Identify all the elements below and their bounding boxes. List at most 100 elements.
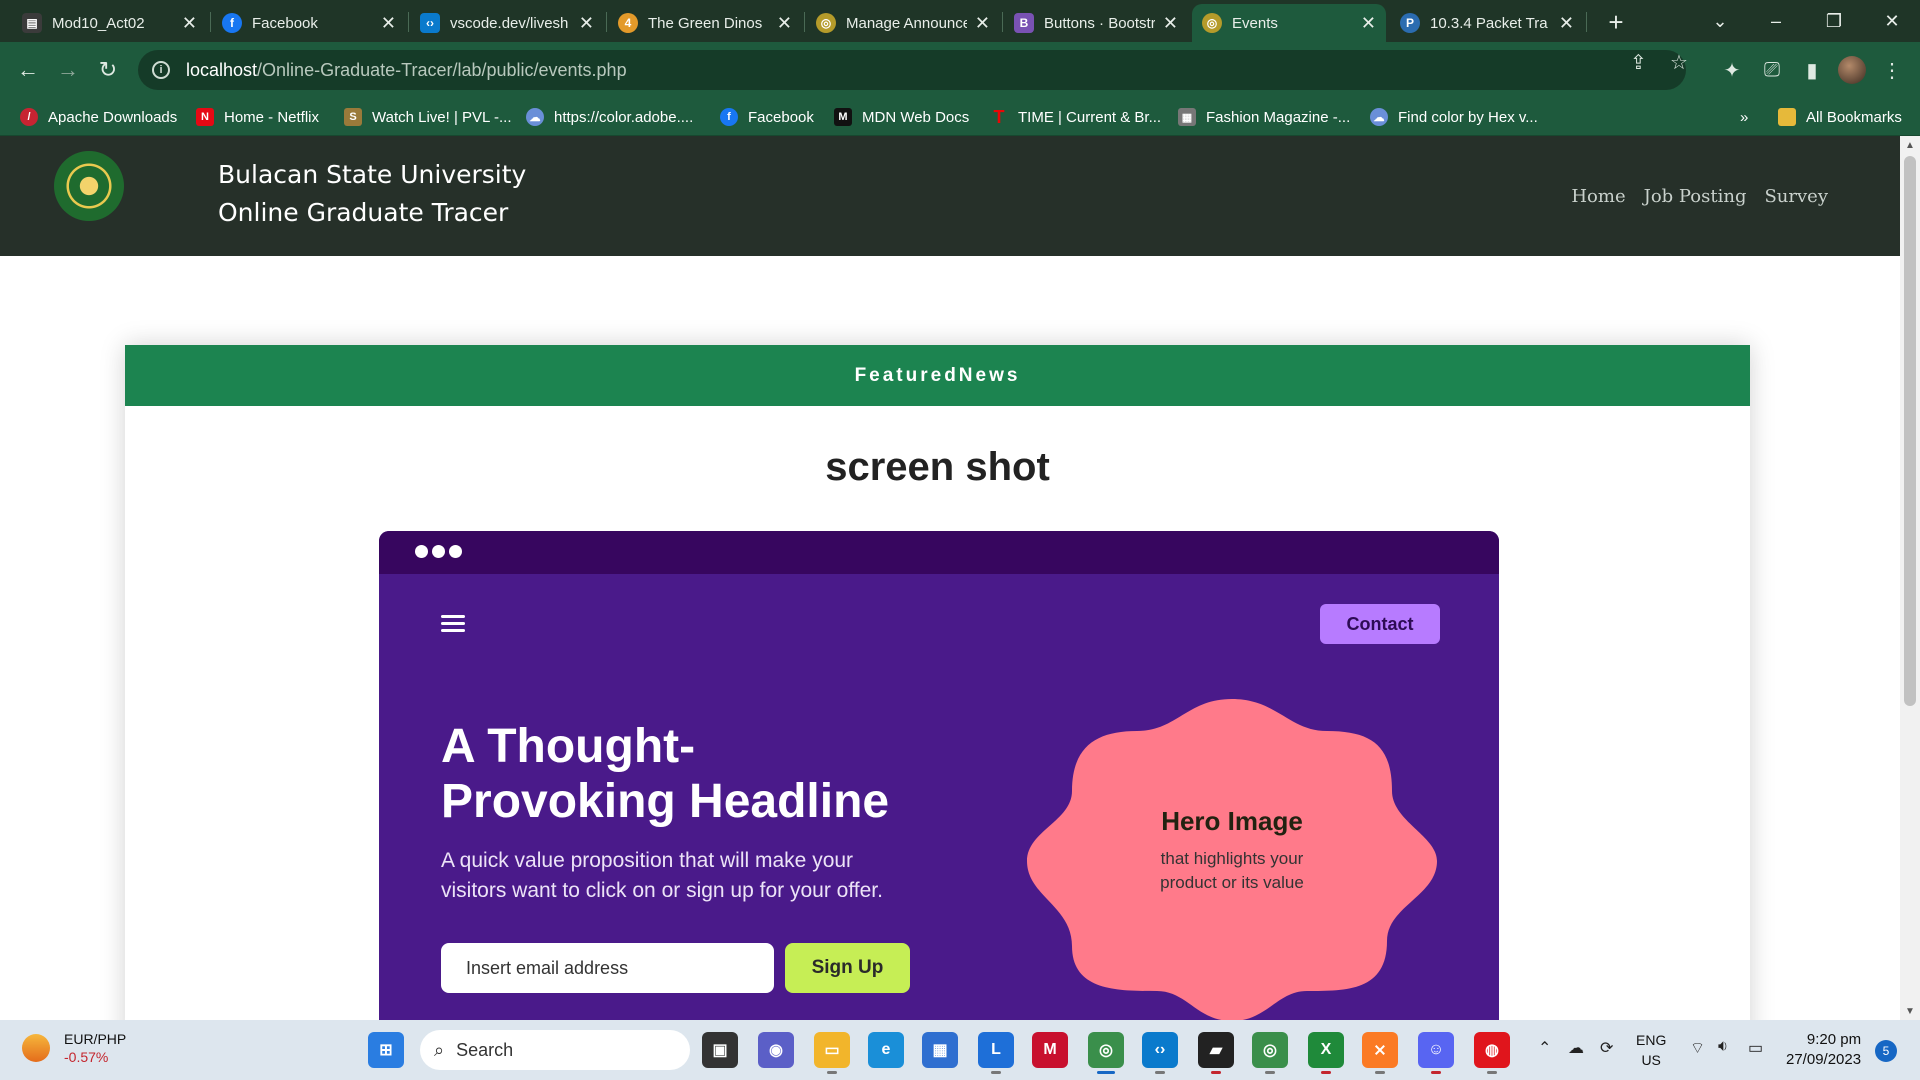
mock-headline: A Thought- Provoking Headline	[441, 719, 1001, 829]
mock-signup-button: Sign Up	[785, 943, 910, 993]
tab-packet-tracer[interactable]: P 10.3.4 Packet Tra ✕	[1390, 4, 1584, 42]
browser-toolbar: ← → ↻ i localhost/Online-Graduate-Tracer…	[0, 42, 1920, 98]
bookmark-mdn[interactable]: M MDN Web Docs	[834, 106, 969, 128]
adobe-color-icon: ☁	[526, 108, 544, 126]
discord-icon[interactable]: ☺	[1418, 1032, 1454, 1074]
reload-button[interactable]: ↻	[90, 52, 126, 88]
microsoft-store-icon[interactable]: ▦	[922, 1032, 958, 1068]
forward-button[interactable]: →	[50, 52, 86, 88]
bookmark-netflix[interactable]: N Home - Netflix	[196, 106, 319, 128]
mock-contact-button: Contact	[1320, 604, 1440, 644]
chrome-profile-icon[interactable]: ◎	[1252, 1032, 1288, 1074]
bookmark-star-icon[interactable]: ☆	[1670, 50, 1688, 75]
close-icon[interactable]: ✕	[975, 13, 990, 34]
edge-icon[interactable]: e	[868, 1032, 904, 1068]
sync-icon[interactable]: ⟳	[1600, 1038, 1613, 1058]
extensions-icon[interactable]: ✦	[1716, 54, 1748, 86]
tab-bootstrap-buttons[interactable]: B Buttons · Bootstra ✕	[1004, 4, 1188, 42]
scroll-up-arrow-icon[interactable]: ▲	[1900, 136, 1920, 154]
notification-badge[interactable]: 5	[1875, 1040, 1897, 1062]
windows-start-icon[interactable]: ⊞	[368, 1032, 404, 1068]
browser-menu-icon[interactable]: ⋮	[1876, 54, 1908, 86]
wifi-icon[interactable]: ⌔	[1690, 1038, 1705, 1058]
side-panel-icon[interactable]: ▮	[1796, 54, 1828, 86]
taskbar-search[interactable]: ⌕ Search	[420, 1030, 690, 1070]
onedrive-cloud-icon[interactable]: ☁	[1568, 1038, 1584, 1058]
bookmark-fashion[interactable]: ▦ Fashion Magazine -...	[1178, 106, 1350, 128]
search-label: Search	[456, 1039, 514, 1060]
task-view-icon[interactable]: ▣	[702, 1032, 738, 1068]
scroll-down-arrow-icon[interactable]: ▼	[1900, 1002, 1920, 1020]
time-icon: T	[993, 106, 1005, 127]
document-icon: ▤	[22, 13, 42, 33]
hero-sub-line: that highlights your	[1160, 849, 1304, 868]
search-icon: ⌕	[434, 1039, 445, 1060]
bookmark-time[interactable]: T TIME | Current & Br...	[990, 106, 1162, 128]
bookmark-facebook[interactable]: f Facebook	[720, 106, 814, 128]
xampp-icon[interactable]: ⨯	[1362, 1032, 1398, 1074]
region-code: US	[1641, 1052, 1661, 1068]
scroll-thumb[interactable]	[1904, 156, 1916, 706]
tab-green-dinos[interactable]: 4 The Green Dinos ✕	[608, 4, 802, 42]
nav-job-posting[interactable]: Job Posting	[1644, 186, 1747, 207]
nav-home[interactable]: Home	[1571, 186, 1625, 207]
close-icon[interactable]: ✕	[579, 13, 594, 34]
xbox-icon[interactable]: X	[1308, 1032, 1344, 1074]
university-seal-logo[interactable]	[54, 151, 124, 221]
bookmark-label: https://color.adobe....	[554, 108, 694, 126]
vpn-icon[interactable]: ◍	[1474, 1032, 1510, 1074]
site-info-icon[interactable]: i	[152, 61, 170, 79]
app-l-icon[interactable]: L	[978, 1032, 1014, 1074]
close-window-button[interactable]: ✕	[1864, 0, 1920, 42]
address-bar[interactable]: i localhost/Online-Graduate-Tracer/lab/p…	[138, 50, 1686, 90]
page-scrollbar[interactable]: ▲ ▼	[1900, 136, 1920, 1020]
tab-facebook[interactable]: f Facebook ✕	[212, 4, 406, 42]
tab-mod10-act02[interactable]: ▤ Mod10_Act02 ✕	[12, 4, 207, 42]
subtext-line: A quick value proposition that will make…	[441, 849, 854, 872]
bookmark-pvl[interactable]: S Watch Live! | PVL -...	[344, 106, 512, 128]
bookmark-color-hex[interactable]: ☁ Find color by Hex v...	[1370, 106, 1538, 128]
teams-chat-icon[interactable]: ◉	[758, 1032, 794, 1068]
tab-title: vscode.dev/livesh	[450, 14, 569, 32]
share-icon[interactable]: ⇪	[1630, 50, 1647, 75]
restore-button[interactable]: ❐	[1806, 0, 1862, 42]
all-bookmarks-button[interactable]: All Bookmarks	[1778, 106, 1902, 128]
close-icon[interactable]: ✕	[381, 13, 396, 34]
system-clock[interactable]: 9:20 pm 27/09/2023	[1786, 1030, 1861, 1070]
tab-events[interactable]: ◎ Events ✕	[1192, 4, 1386, 42]
volume-icon[interactable]: 🔉︎	[1718, 1038, 1728, 1056]
minimize-button[interactable]: –	[1748, 0, 1804, 42]
site-brand[interactable]: Bulacan State University Online Graduate…	[218, 156, 526, 232]
bookmark-apache[interactable]: / Apache Downloads	[20, 106, 177, 128]
close-icon[interactable]: ✕	[182, 13, 197, 34]
chrome-icon[interactable]: ◎	[1088, 1032, 1124, 1074]
profile-avatar[interactable]	[1836, 54, 1868, 86]
browser-tab-strip: ▤ Mod10_Act02 ✕ f Facebook ✕ ‹› vscode.d…	[0, 0, 1920, 42]
close-icon[interactable]: ✕	[777, 13, 792, 34]
bookmark-adobe-color[interactable]: ☁ https://color.adobe....	[526, 106, 693, 128]
market-widget[interactable]: EUR/PHP -0.57%	[22, 1030, 126, 1066]
tab-search-chevron-icon[interactable]: ⌄	[1692, 0, 1748, 42]
hero-sub-line: product or its value	[1160, 873, 1304, 892]
close-icon[interactable]: ✕	[1163, 13, 1178, 34]
battery-icon[interactable]: ▭	[1748, 1038, 1763, 1058]
bookmark-label: TIME | Current & Br...	[1018, 108, 1162, 126]
nav-survey[interactable]: Survey	[1764, 186, 1828, 207]
mcafee-icon[interactable]: M	[1032, 1032, 1068, 1068]
back-button[interactable]: ←	[10, 52, 46, 88]
close-icon[interactable]: ✕	[1559, 13, 1574, 34]
bookmark-label: Apache Downloads	[48, 108, 178, 126]
events-icon: ◎	[1202, 13, 1222, 33]
tab-manage-announcements[interactable]: ◎ Manage Announce ✕	[806, 4, 1000, 42]
file-explorer-icon[interactable]: ▭	[814, 1032, 850, 1074]
input-language[interactable]: ENG US	[1636, 1030, 1666, 1070]
new-tab-button[interactable]: +	[1600, 6, 1632, 38]
tab-vscode[interactable]: ‹› vscode.dev/livesh ✕	[410, 4, 604, 42]
cast-icon[interactable]: ⎚	[1756, 54, 1788, 86]
tab-title: Mod10_Act02	[52, 14, 145, 32]
more-bookmarks-button[interactable]: »	[1740, 106, 1748, 128]
sticky-notes-icon[interactable]: ▰	[1198, 1032, 1234, 1074]
show-hidden-icons-chevron-icon[interactable]: ⌃	[1538, 1038, 1551, 1058]
close-icon[interactable]: ✕	[1361, 13, 1376, 34]
vscode-taskbar-icon[interactable]: ‹›	[1142, 1032, 1178, 1074]
